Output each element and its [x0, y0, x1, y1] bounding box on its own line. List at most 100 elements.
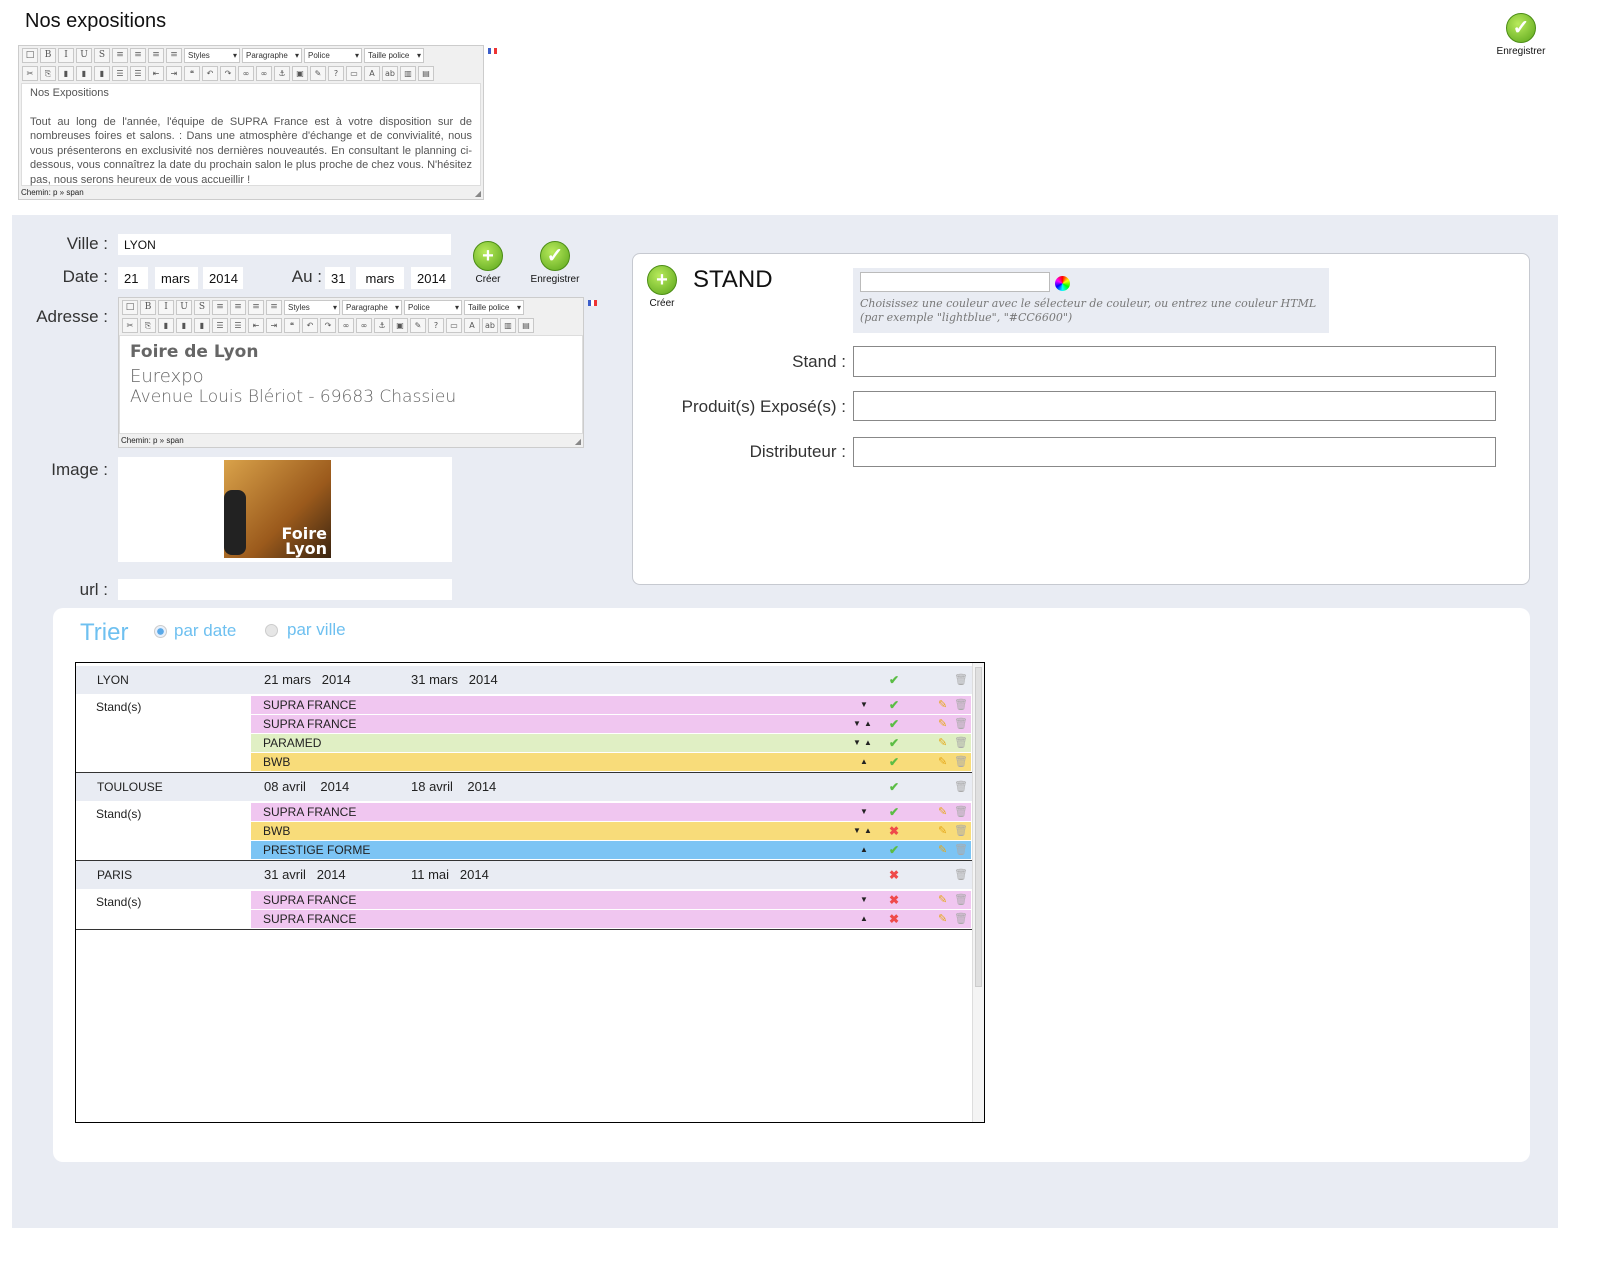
italic-icon[interactable]: I — [58, 48, 74, 63]
paste-word-icon[interactable]: ▮ — [94, 66, 110, 81]
stand-bar[interactable]: PARAMED — [251, 734, 971, 752]
adresse-editor-content[interactable]: Foire de Lyon Eurexpo Avenue Louis Bléri… — [119, 335, 583, 434]
anchor-icon[interactable]: ⚓ — [274, 66, 290, 81]
redo-icon[interactable]: ↷ — [320, 318, 336, 333]
image-icon[interactable]: ▣ — [292, 66, 308, 81]
check-icon[interactable]: ✔ — [889, 671, 899, 689]
event-header-row[interactable]: PARIS 31 avril 2014 11 mai 2014 ✖ 🗑 — [76, 861, 972, 889]
new-document-icon[interactable]: □ — [22, 48, 38, 63]
unlink-icon[interactable]: ∞ — [356, 318, 372, 333]
paste-icon[interactable]: ▮ — [58, 66, 74, 81]
date-day-input[interactable]: 21 — [118, 267, 148, 289]
cross-icon[interactable]: ✖ — [889, 822, 899, 840]
url-input[interactable] — [118, 579, 452, 600]
bold-icon[interactable]: B — [40, 48, 56, 63]
cross-icon[interactable]: ✖ — [889, 910, 899, 928]
paragraphe-select[interactable]: Paragraphe — [342, 300, 402, 315]
indent-icon[interactable]: ⇥ — [166, 66, 182, 81]
create-button[interactable]: + Créer — [466, 241, 510, 285]
sort-by-city-radio[interactable]: par ville — [265, 620, 346, 640]
paste-word-icon[interactable]: ▮ — [194, 318, 210, 333]
intro-editor[interactable]: □BIUS≡≡≡≡StylesParagraphePoliceTaille po… — [18, 45, 484, 200]
edit-pencil-icon[interactable]: ✎ — [938, 891, 947, 909]
table-icon[interactable]: ▤ — [518, 318, 534, 333]
save-button[interactable]: ✓ Enregistrer — [524, 241, 586, 285]
copy-icon[interactable]: ⎘ — [40, 66, 56, 81]
stand-bar[interactable]: BWB — [251, 822, 971, 840]
check-icon[interactable]: ✔ — [889, 696, 899, 714]
styles-select[interactable]: Styles — [284, 300, 340, 315]
taille-police-select[interactable]: Taille police — [464, 300, 524, 315]
justify-icon[interactable]: ≡ — [266, 300, 282, 315]
bold-icon[interactable]: B — [140, 300, 156, 315]
highlight-color-icon[interactable]: ab — [382, 66, 398, 81]
redo-icon[interactable]: ↷ — [220, 66, 236, 81]
edit-pencil-icon[interactable]: ✎ — [938, 696, 947, 714]
stand-row[interactable]: Stand(s) SUPRA FRANCE ▼ ✔ ✎ 🗑 — [76, 696, 972, 714]
highlight-color-icon[interactable]: ab — [482, 318, 498, 333]
trash-icon[interactable]: 🗑 — [954, 734, 968, 752]
scrollbar[interactable] — [972, 663, 984, 1122]
align-right-icon[interactable]: ≡ — [248, 300, 264, 315]
check-icon[interactable]: ✔ — [889, 803, 899, 821]
image-icon[interactable]: ▣ — [392, 318, 408, 333]
blockquote-icon[interactable]: ❝ — [284, 318, 300, 333]
move-up-icon[interactable]: ▲ — [864, 822, 872, 840]
date-year-input[interactable]: 2014 — [203, 267, 243, 289]
numbered-list-icon[interactable]: ☰ — [230, 318, 246, 333]
end-year-input[interactable]: 2014 — [411, 267, 451, 289]
stand-row[interactable]: SUPRA FRANCE ▲ ✖ ✎ 🗑 — [76, 910, 972, 928]
move-up-icon[interactable]: ▲ — [864, 734, 872, 752]
cross-icon[interactable]: ✖ — [889, 891, 899, 909]
stand-row[interactable]: BWB ▲ ✔ ✎ 🗑 — [76, 753, 972, 771]
copy-icon[interactable]: ⎘ — [140, 318, 156, 333]
undo-icon[interactable]: ↶ — [302, 318, 318, 333]
color-wheel-icon[interactable] — [1055, 276, 1070, 291]
resize-handle-icon[interactable]: ◢ — [475, 189, 481, 198]
check-icon[interactable]: ✔ — [889, 841, 899, 859]
align-center-icon[interactable]: ≡ — [230, 300, 246, 315]
move-down-icon[interactable]: ▼ — [853, 734, 861, 752]
move-up-icon[interactable]: ▲ — [864, 715, 872, 733]
scrollbar-thumb[interactable] — [975, 667, 982, 987]
police-select[interactable]: Police — [304, 48, 362, 63]
bullet-list-icon[interactable]: ☰ — [112, 66, 128, 81]
sort-by-date-radio[interactable]: par date — [154, 621, 236, 641]
end-month-input[interactable]: mars — [356, 267, 404, 289]
move-down-icon[interactable]: ▼ — [860, 803, 868, 821]
edit-pencil-icon[interactable]: ✎ — [938, 910, 947, 928]
cut-icon[interactable]: ✂ — [122, 318, 138, 333]
taille-police-select[interactable]: Taille police — [364, 48, 424, 63]
stand-row[interactable]: Stand(s) SUPRA FRANCE ▼ ✔ ✎ 🗑 — [76, 803, 972, 821]
trash-icon[interactable]: 🗑 — [954, 910, 968, 928]
adresse-editor[interactable]: □BIUS≡≡≡≡StylesParagraphePoliceTaille po… — [118, 297, 584, 448]
check-icon[interactable]: ✔ — [889, 753, 899, 771]
stand-row[interactable]: Stand(s) SUPRA FRANCE ▼ ✖ ✎ 🗑 — [76, 891, 972, 909]
edit-pencil-icon[interactable]: ✎ — [938, 715, 947, 733]
text-color-icon[interactable]: A — [364, 66, 380, 81]
ville-input[interactable]: LYON — [118, 234, 451, 255]
italic-icon[interactable]: I — [158, 300, 174, 315]
cleanup-icon[interactable]: ✎ — [410, 318, 426, 333]
trash-icon[interactable]: 🗑 — [954, 696, 968, 714]
anchor-icon[interactable]: ⚓ — [374, 318, 390, 333]
unlink-icon[interactable]: ∞ — [256, 66, 272, 81]
numbered-list-icon[interactable]: ☰ — [130, 66, 146, 81]
cleanup-icon[interactable]: ✎ — [310, 66, 326, 81]
check-icon[interactable]: ✔ — [889, 715, 899, 733]
trash-icon[interactable]: 🗑 — [954, 866, 968, 884]
link-icon[interactable]: ∞ — [338, 318, 354, 333]
stand-row[interactable]: BWB ▼ ▲ ✖ ✎ 🗑 — [76, 822, 972, 840]
edit-pencil-icon[interactable]: ✎ — [938, 841, 947, 859]
edit-pencil-icon[interactable]: ✎ — [938, 734, 947, 752]
end-day-input[interactable]: 31 — [325, 267, 350, 289]
html-icon[interactable]: ▭ — [346, 66, 362, 81]
image-box[interactable]: Foire Lyon — [118, 457, 452, 562]
align-left-icon[interactable]: ≡ — [112, 48, 128, 63]
styles-select[interactable]: Styles — [184, 48, 240, 63]
trash-icon[interactable]: 🗑 — [954, 753, 968, 771]
bullet-list-icon[interactable]: ☰ — [212, 318, 228, 333]
intro-editor-content[interactable]: Nos Expositions Tout au long de l'année,… — [21, 83, 481, 186]
undo-icon[interactable]: ↶ — [202, 66, 218, 81]
indent-icon[interactable]: ⇥ — [266, 318, 282, 333]
